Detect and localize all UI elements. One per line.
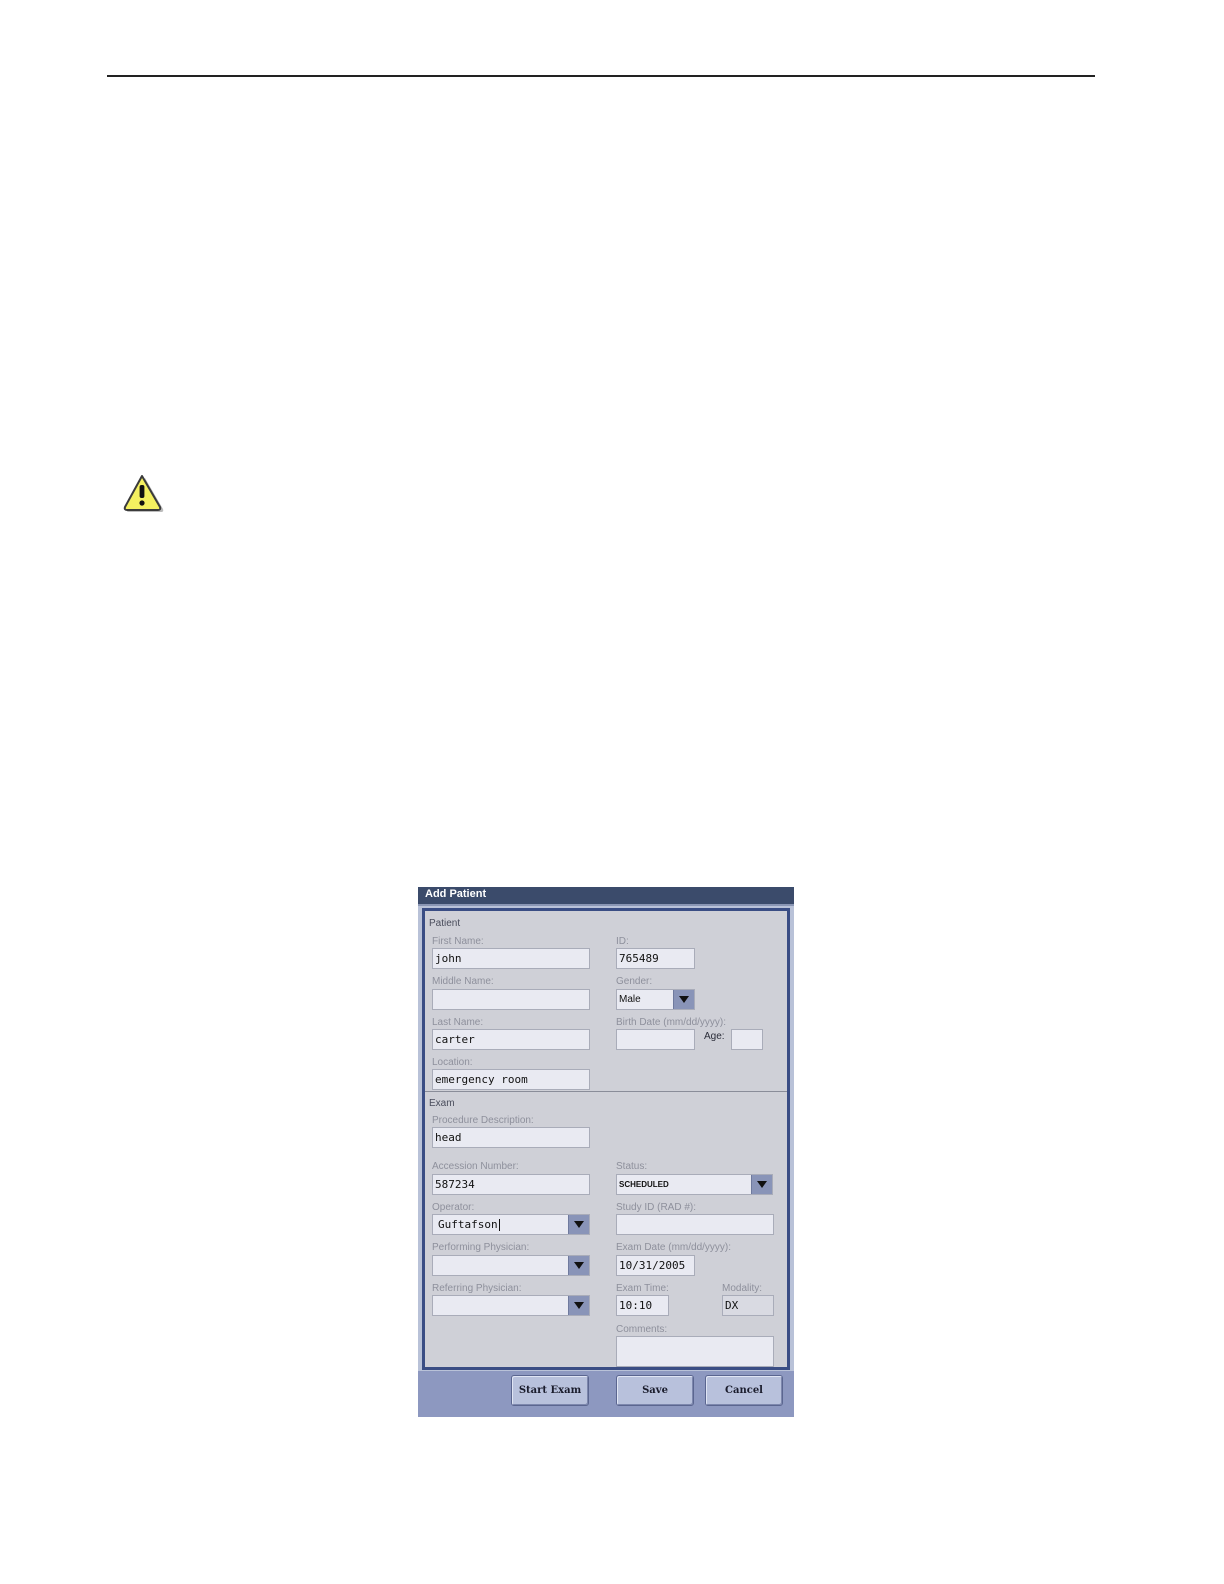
last-name-label: Last Name: — [432, 1017, 484, 1028]
cancel-button[interactable]: Cancel — [705, 1375, 783, 1406]
accession-number-field[interactable]: 587234 — [432, 1174, 590, 1195]
exam-date-field[interactable]: 10/31/2005 — [616, 1255, 695, 1276]
section-divider — [425, 1091, 787, 1092]
procedure-description-label: Procedure Description: — [432, 1115, 534, 1126]
add-patient-dialog: Add Patient Patient First Name: john Mid… — [418, 887, 794, 1417]
exam-date-label: Exam Date (mm/dd/yyyy): — [616, 1242, 732, 1253]
referring-physician-dropdown[interactable] — [432, 1295, 590, 1316]
exam-time-field[interactable]: 10:10 — [616, 1295, 669, 1316]
button-bar: Start Exam Save Cancel — [418, 1371, 794, 1417]
operator-value: Guftafson — [438, 1218, 498, 1231]
middle-name-field[interactable] — [432, 989, 590, 1010]
study-id-label: Study ID (RAD #): — [616, 1202, 697, 1213]
referring-physician-label: Referring Physician: — [432, 1283, 522, 1294]
first-name-field[interactable]: john — [432, 948, 590, 969]
gender-dropdown[interactable]: Male — [616, 989, 695, 1010]
operator-label: Operator: — [432, 1202, 475, 1213]
exam-section-label: Exam — [429, 1098, 455, 1109]
performing-physician-label: Performing Physician: — [432, 1242, 530, 1253]
gender-label: Gender: — [616, 976, 653, 987]
accession-number-label: Accession Number: — [432, 1161, 519, 1172]
birth-date-label: Birth Date (mm/dd/yyyy): — [616, 1017, 727, 1028]
form-panel: Patient First Name: john Middle Name: La… — [422, 908, 790, 1370]
chevron-down-icon[interactable] — [568, 1215, 589, 1234]
patient-section-label: Patient — [429, 918, 461, 929]
status-label: Status: — [616, 1161, 648, 1172]
status-dropdown[interactable]: SCHEDULED — [616, 1174, 773, 1195]
id-label: ID: — [616, 936, 629, 947]
performing-physician-dropdown[interactable] — [432, 1255, 590, 1276]
chevron-down-icon[interactable] — [751, 1175, 772, 1194]
birth-date-field[interactable] — [616, 1029, 695, 1050]
location-label: Location: — [432, 1057, 473, 1068]
first-name-label: First Name: — [432, 936, 484, 947]
chevron-down-icon[interactable] — [673, 990, 694, 1009]
id-field[interactable]: 765489 — [616, 948, 695, 969]
status-value: SCHEDULED — [619, 1180, 669, 1189]
age-field[interactable] — [731, 1029, 763, 1050]
study-id-field[interactable] — [616, 1214, 774, 1235]
title-underline — [418, 904, 794, 906]
text-cursor — [498, 1219, 500, 1231]
age-label: Age: — [704, 1031, 725, 1042]
procedure-description-field[interactable]: head — [432, 1127, 590, 1148]
page-header-rule — [107, 75, 1095, 77]
chevron-down-icon[interactable] — [568, 1256, 589, 1275]
gender-value: Male — [619, 994, 641, 1005]
comments-label: Comments: — [616, 1324, 668, 1335]
exam-time-label: Exam Time: — [616, 1283, 669, 1294]
middle-name-label: Middle Name: — [432, 976, 494, 987]
save-button[interactable]: Save — [616, 1375, 694, 1406]
modality-label: Modality: — [722, 1283, 763, 1294]
location-field[interactable]: emergency room — [432, 1069, 590, 1090]
start-exam-button[interactable]: Start Exam — [511, 1375, 589, 1406]
last-name-field[interactable]: carter — [432, 1029, 590, 1050]
comments-field[interactable] — [616, 1336, 774, 1367]
warning-icon — [123, 475, 164, 512]
operator-dropdown[interactable]: Guftafson — [432, 1214, 590, 1235]
chevron-down-icon[interactable] — [568, 1296, 589, 1315]
modality-field: DX — [722, 1295, 774, 1316]
